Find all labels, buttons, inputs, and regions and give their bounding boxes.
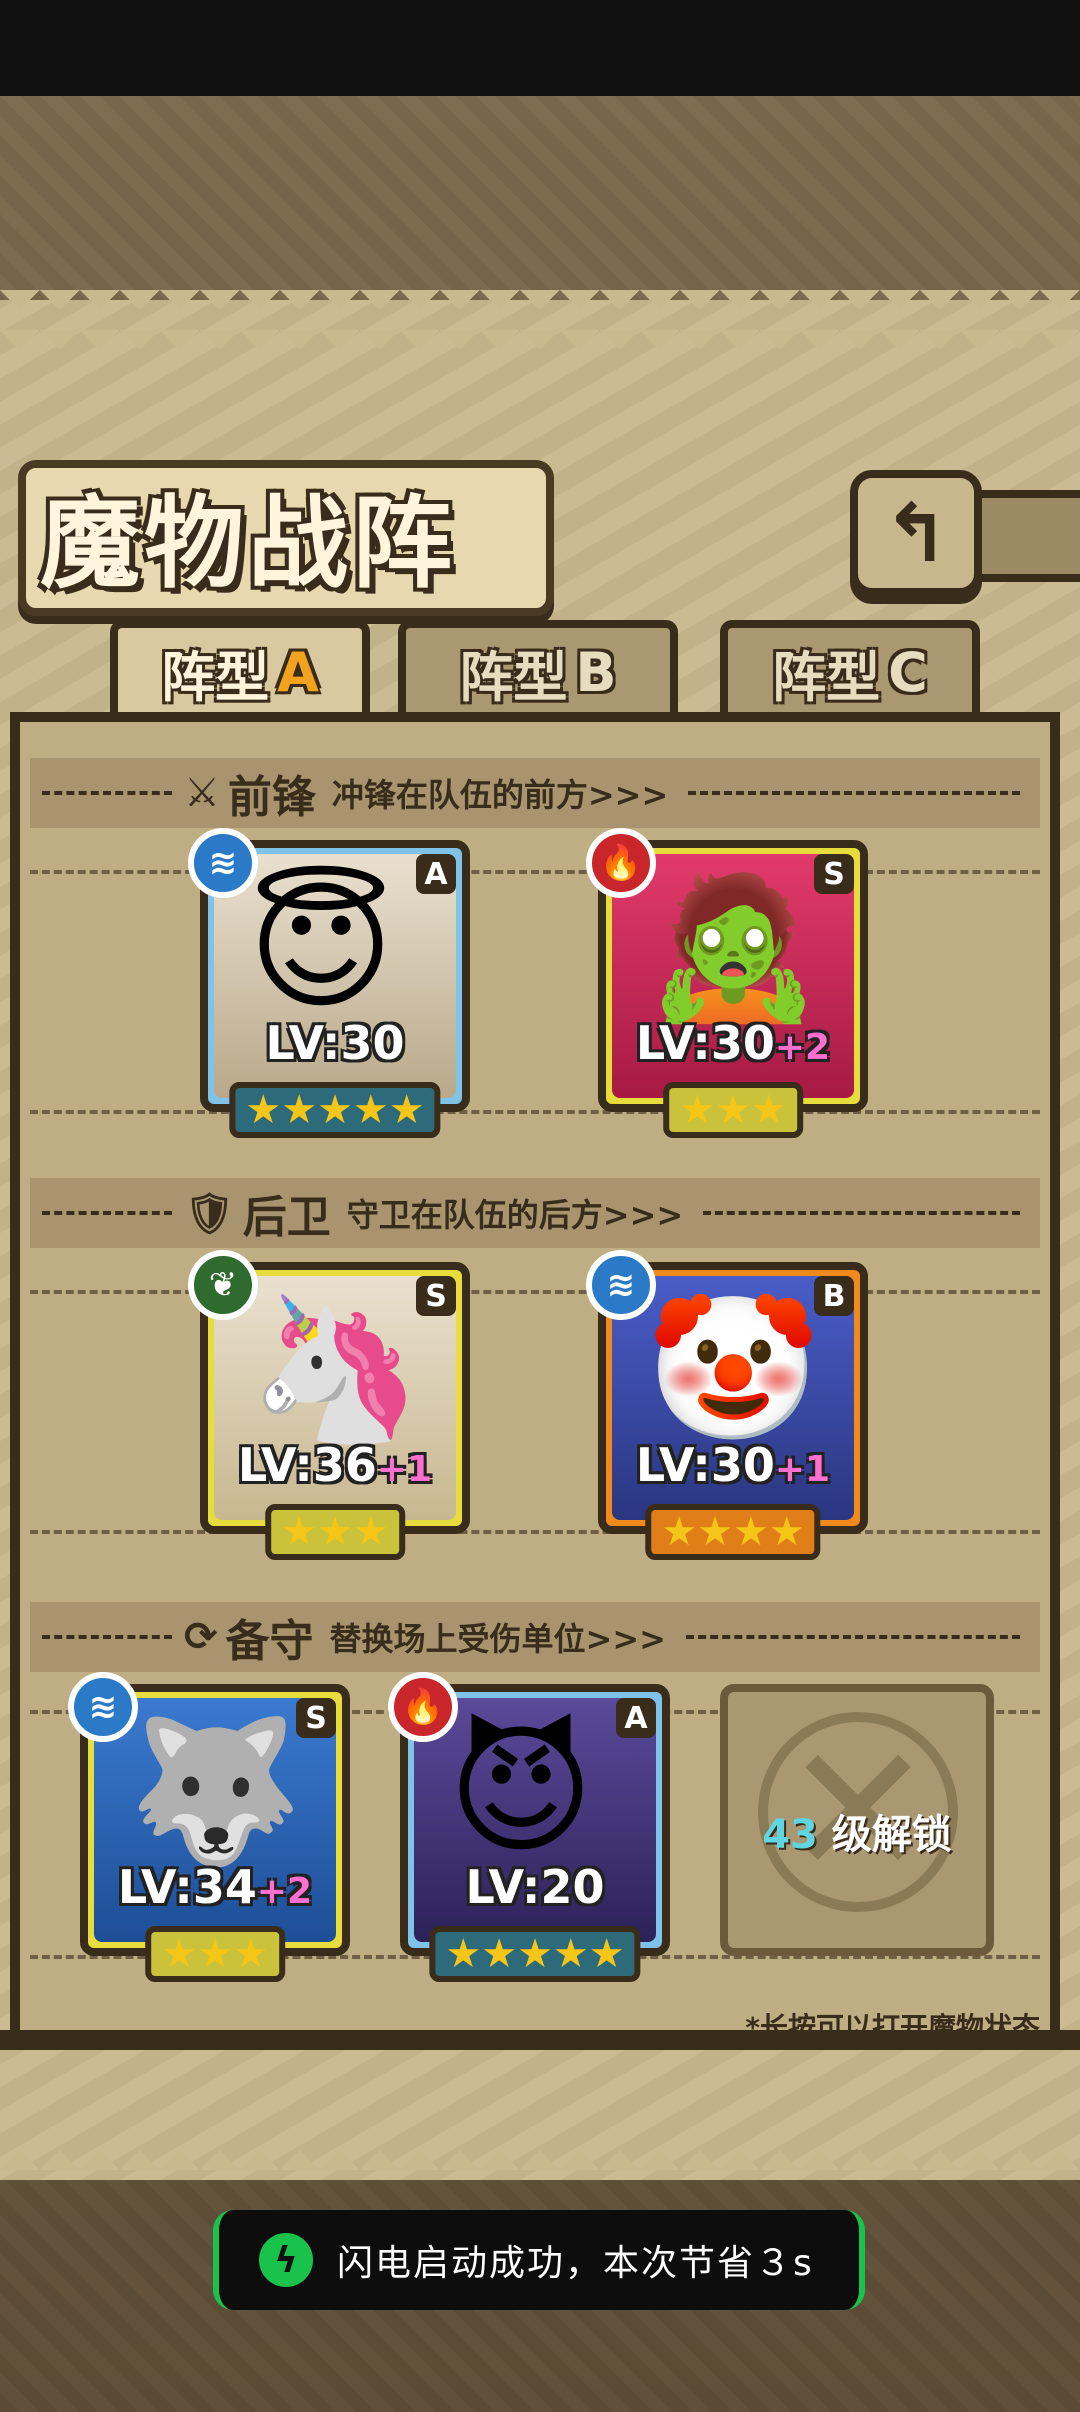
monster-card-reserve-2[interactable]: 😈 A 🔥 LV:20 ★★★★★ xyxy=(388,1672,670,1982)
fire-element-icon: 🔥 xyxy=(388,1672,458,1742)
toast-notification: ϟ 闪电启动成功，本次节省３s xyxy=(213,2210,865,2310)
swap-icon: ⟳ xyxy=(184,1614,218,1660)
page-title: 魔物战阵 xyxy=(40,484,456,602)
monster-portrait: 🦄 xyxy=(248,1288,423,1451)
star-rating: ★★★ xyxy=(663,1082,803,1138)
formation-tabs: 阵型 A 阵型 B 阵型 C xyxy=(0,600,1080,720)
grass-element-icon: ❦ xyxy=(188,1250,258,1320)
tab-letter: C xyxy=(888,640,928,704)
tab-formation-a[interactable]: 阵型 A xyxy=(110,620,370,716)
monster-card-front-2[interactable]: 🧟 S 🔥 LV:30+2 ★★★ xyxy=(586,828,868,1138)
monster-portrait: 😈 xyxy=(448,1710,594,1873)
frame-bottom-rail xyxy=(0,2030,1080,2050)
back-arrow-icon: ↰ xyxy=(882,486,950,580)
tab-formation-c[interactable]: 阵型 C xyxy=(720,620,980,716)
star-rating: ★★★★★ xyxy=(229,1082,441,1138)
section-subtitle: 守卫在队伍的后方>>> xyxy=(346,1196,684,1234)
monster-level: LV:30+1 xyxy=(635,1438,831,1492)
monster-level: LV:20 xyxy=(465,1860,605,1914)
star-rating: ★★★★★ xyxy=(429,1926,641,1982)
monster-portrait: 😇 xyxy=(248,866,394,1029)
back-button[interactable]: ↰ xyxy=(850,470,982,596)
rank-badge: S xyxy=(416,1276,456,1316)
star-rating: ★★★ xyxy=(145,1926,285,1982)
section-title: 后卫 xyxy=(242,1192,331,1243)
monster-portrait: 🧟 xyxy=(646,866,821,1029)
panel-top-edge xyxy=(0,290,1080,350)
monster-level: LV:36+1 xyxy=(237,1438,433,1492)
tab-letter: B xyxy=(575,640,617,704)
rank-badge: A xyxy=(616,1698,656,1738)
section-reserve: ⟳ 备守 替换场上受伤单位>>> xyxy=(30,1602,1040,1672)
fire-element-icon: 🔥 xyxy=(586,828,656,898)
rank-badge: S xyxy=(296,1698,336,1738)
monster-level: LV:34+2 xyxy=(117,1860,313,1914)
status-bar xyxy=(0,0,1080,96)
lightning-icon: ϟ xyxy=(259,2233,313,2287)
section-subtitle: 替换场上受伤单位>>> xyxy=(329,1620,666,1658)
section-title: 备守 xyxy=(225,1616,314,1667)
star-rating: ★★★ xyxy=(265,1504,405,1560)
water-element-icon: ≋ xyxy=(188,828,258,898)
monster-card-reserve-1[interactable]: 🐺 S ≋ LV:34+2 ★★★ xyxy=(68,1672,350,1982)
sword-icon: ⚔ xyxy=(184,770,220,816)
locked-slot[interactable]: ✕ 43 级解锁 xyxy=(720,1684,994,1956)
monster-level: LV:30+2 xyxy=(635,1016,831,1070)
water-element-icon: ≋ xyxy=(68,1672,138,1742)
tab-formation-b[interactable]: 阵型 B xyxy=(398,620,678,716)
tab-label: 阵型 xyxy=(772,645,881,709)
tab-label: 阵型 xyxy=(161,645,270,709)
shield-icon: 🛡 xyxy=(184,1190,235,1237)
monster-card-front-1[interactable]: 😇 A ≋ LV:30 ★★★★★ xyxy=(188,828,470,1138)
monster-portrait: 🐺 xyxy=(128,1710,303,1873)
section-title: 前锋 xyxy=(227,772,316,823)
tab-letter: A xyxy=(277,640,319,704)
panel-bottom-edge xyxy=(0,2130,1080,2190)
tab-label: 阵型 xyxy=(459,645,568,709)
star-rating: ★★★★ xyxy=(645,1504,821,1560)
water-element-icon: ≋ xyxy=(586,1250,656,1320)
rank-badge: B xyxy=(814,1276,854,1316)
rank-badge: S xyxy=(814,854,854,894)
unlock-requirement: 43 级解锁 xyxy=(762,1812,952,1858)
toast-message: 闪电启动成功，本次节省３s xyxy=(337,2243,814,2284)
section-back: 🛡 后卫 守卫在队伍的后方>>> xyxy=(30,1178,1040,1248)
monster-card-back-2[interactable]: 🤡 B ≋ LV:30+1 ★★★★ xyxy=(586,1250,868,1560)
monster-card-back-1[interactable]: 🦄 S ❦ LV:36+1 ★★★ xyxy=(188,1250,470,1560)
section-subtitle: 冲锋在队伍的前方>>> xyxy=(331,776,669,814)
rank-badge: A xyxy=(416,854,456,894)
section-front: ⚔ 前锋 冲锋在队伍的前方>>> xyxy=(30,758,1040,828)
monster-level: LV:30 xyxy=(265,1016,405,1070)
monster-portrait: 🤡 xyxy=(646,1288,821,1451)
